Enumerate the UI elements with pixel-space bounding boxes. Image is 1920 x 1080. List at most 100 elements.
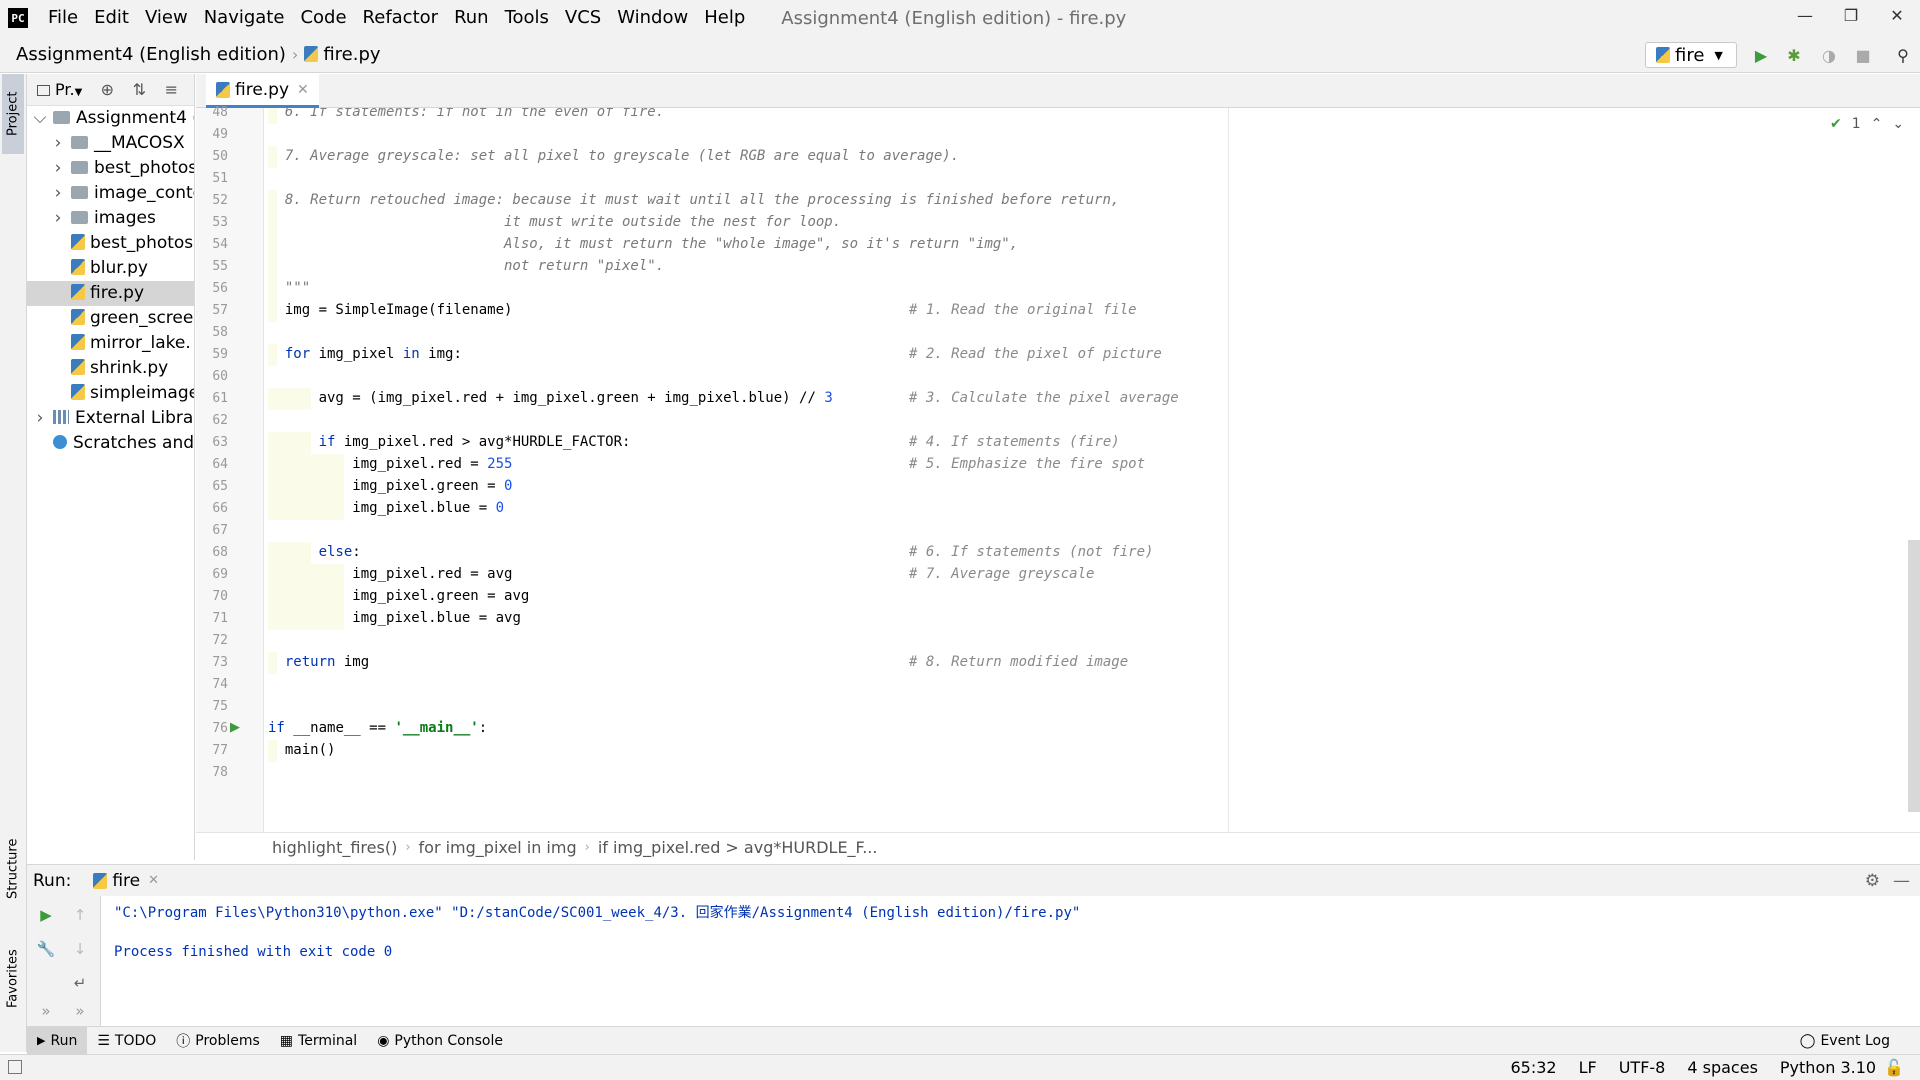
chevron-right-icon[interactable]: › <box>51 131 65 156</box>
line-number: 63 <box>212 435 228 450</box>
more-icon[interactable]: » <box>35 1000 57 1022</box>
tree-item-label: best_photos <box>90 233 194 253</box>
breadcrumb-item[interactable]: if img_pixel.red > avg*HURDLE_F... <box>598 838 878 857</box>
search-icon[interactable]: ⚲ <box>1892 44 1914 66</box>
python-file-icon <box>71 334 85 350</box>
tool-todo[interactable]: ☰ TODO <box>87 1027 166 1055</box>
line-number: 76 <box>212 721 228 736</box>
inspection-widget[interactable]: ✔ 1 ⌃ ⌄ <box>1830 116 1904 132</box>
project-toolbar: Pr.▼ ⊕ ⇅ ≡ <box>27 74 194 106</box>
menu-item-code[interactable]: Code <box>292 0 354 36</box>
code-line: Also, it must return the "whole image", … <box>285 236 1018 252</box>
vertical-scrollbar[interactable] <box>1908 540 1920 812</box>
close-tab-icon[interactable]: ✕ <box>297 82 309 98</box>
favorites-tool-tab[interactable]: Favorites <box>2 934 24 1024</box>
layout-icon[interactable] <box>8 1060 22 1074</box>
python-file-icon <box>71 384 85 400</box>
stop-icon[interactable]: ■ <box>1852 44 1874 66</box>
chevron-right-icon[interactable]: › <box>51 206 65 231</box>
menu-item-help[interactable]: Help <box>696 0 753 36</box>
arrow-up-icon[interactable]: ↑ <box>69 904 91 926</box>
run-config-select[interactable]: fire ▼ <box>1645 42 1737 68</box>
menu-item-tools[interactable]: Tools <box>497 0 557 36</box>
breadcrumb-item[interactable]: for img_pixel in img <box>419 838 577 857</box>
run-icon[interactable]: ▶ <box>1750 44 1772 66</box>
restore-icon[interactable]: ❐ <box>1828 0 1874 30</box>
hide-panel-icon[interactable]: — <box>1893 871 1910 891</box>
line-number: 67 <box>212 523 228 538</box>
tree-item[interactable]: fire.py <box>27 281 194 306</box>
tree-item[interactable]: best_photos <box>27 231 194 256</box>
chevron-down-icon[interactable]: ⌄ <box>1892 116 1904 132</box>
status-indent[interactable]: 4 spaces <box>1687 1058 1758 1077</box>
tool-problems[interactable]: ⓘ Problems <box>166 1027 270 1055</box>
close-tab-icon[interactable]: ✕ <box>148 873 159 888</box>
structure-tool-tab[interactable]: Structure <box>2 824 24 914</box>
project-view-select[interactable]: Pr.▼ <box>37 80 82 99</box>
coverage-icon[interactable]: ◑ <box>1818 44 1840 66</box>
tool-terminal[interactable]: ▦ Terminal <box>270 1027 367 1055</box>
tree-item[interactable]: › images <box>27 206 194 231</box>
run-gutter-icon[interactable]: ▶ <box>230 720 240 735</box>
tab-fire-py[interactable]: fire.py ✕ <box>206 74 319 108</box>
nav-file[interactable]: fire.py <box>304 44 381 65</box>
menu-item-window[interactable]: Window <box>609 0 696 36</box>
wrench-icon[interactable]: 🔧 <box>35 938 57 960</box>
menu-item-run[interactable]: Run <box>446 0 497 36</box>
expand-all-icon[interactable]: ⇅ <box>128 79 150 101</box>
menu-item-file[interactable]: File <box>40 0 86 36</box>
terminal-icon: ▦ <box>279 1032 294 1049</box>
tree-item[interactable]: › External Librari <box>27 406 194 431</box>
chevron-up-icon[interactable]: ⌃ <box>1871 116 1883 132</box>
more-icon[interactable]: » <box>69 1000 91 1022</box>
menu-item-navigate[interactable]: Navigate <box>196 0 293 36</box>
tree-item-label: green_scree <box>90 308 194 328</box>
minimize-icon[interactable]: — <box>1782 0 1828 30</box>
tree-item[interactable]: simpleimage <box>27 381 194 406</box>
tree-item[interactable]: ⌵ Assignment4 (E <box>27 106 194 131</box>
close-icon[interactable]: ✕ <box>1874 0 1920 30</box>
rerun-icon[interactable]: ▶ <box>35 904 57 926</box>
status-interpreter[interactable]: Python 3.10 <box>1780 1058 1876 1077</box>
tree-item[interactable]: › image_conte <box>27 181 194 206</box>
tool-python-console[interactable]: ◉ Python Console <box>367 1027 513 1055</box>
menu-item-vcs[interactable]: VCS <box>557 0 609 36</box>
lock-icon[interactable]: 🔓 <box>1884 1058 1904 1077</box>
locate-icon[interactable]: ⊕ <box>96 79 118 101</box>
menu-item-edit[interactable]: Edit <box>86 0 137 36</box>
python-file-icon <box>71 359 85 375</box>
breadcrumb-item[interactable]: highlight_fires() <box>272 838 397 857</box>
status-line-separator[interactable]: LF <box>1579 1058 1597 1077</box>
arrow-down-icon[interactable]: ↓ <box>69 938 91 960</box>
tree-item[interactable]: green_scree <box>27 306 194 331</box>
tool-run[interactable]: ▶ Run <box>27 1026 88 1055</box>
chevron-right-icon[interactable]: › <box>33 406 47 431</box>
tree-item-label: blur.py <box>90 258 148 278</box>
chevron-right-icon[interactable]: › <box>51 181 65 206</box>
tree-item[interactable]: shrink.py <box>27 356 194 381</box>
status-caret-position[interactable]: 65:32 <box>1510 1058 1556 1077</box>
debug-icon[interactable]: ✱ <box>1783 44 1805 66</box>
code-token: img_pixel.red = avg <box>352 566 513 582</box>
status-encoding[interactable]: UTF-8 <box>1619 1058 1666 1077</box>
tree-item-label: shrink.py <box>90 358 169 378</box>
tree-item[interactable]: mirror_lake. <box>27 331 194 356</box>
project-tool-tab[interactable]: Project <box>2 74 24 154</box>
code-editor[interactable]: 6. If statements: if not in the even of … <box>264 108 1920 832</box>
tree-item[interactable]: Scratches and C <box>27 431 194 456</box>
menu-item-view[interactable]: View <box>137 0 196 36</box>
menu-item-refactor[interactable]: Refactor <box>355 0 447 36</box>
collapse-all-icon[interactable]: ≡ <box>160 79 182 101</box>
gear-icon[interactable]: ⚙ <box>1865 871 1880 891</box>
chevron-down-icon[interactable]: ⌵ <box>33 106 47 131</box>
tree-item[interactable]: › __MACOSX <box>27 131 194 156</box>
run-console[interactable]: "C:\Program Files\Python310\python.exe" … <box>102 896 1920 1026</box>
soft-wrap-icon[interactable]: ↵ <box>69 972 91 994</box>
event-log-button[interactable]: ◯ Event Log <box>1800 1027 1890 1055</box>
code-token: img_pixel.blue = avg <box>352 610 521 626</box>
run-tab-fire[interactable]: fire ✕ <box>93 871 159 891</box>
chevron-right-icon[interactable]: › <box>51 156 65 181</box>
tree-item[interactable]: blur.py <box>27 256 194 281</box>
tree-item[interactable]: › best_photos <box>27 156 194 181</box>
nav-project[interactable]: Assignment4 (English edition) <box>16 44 286 65</box>
